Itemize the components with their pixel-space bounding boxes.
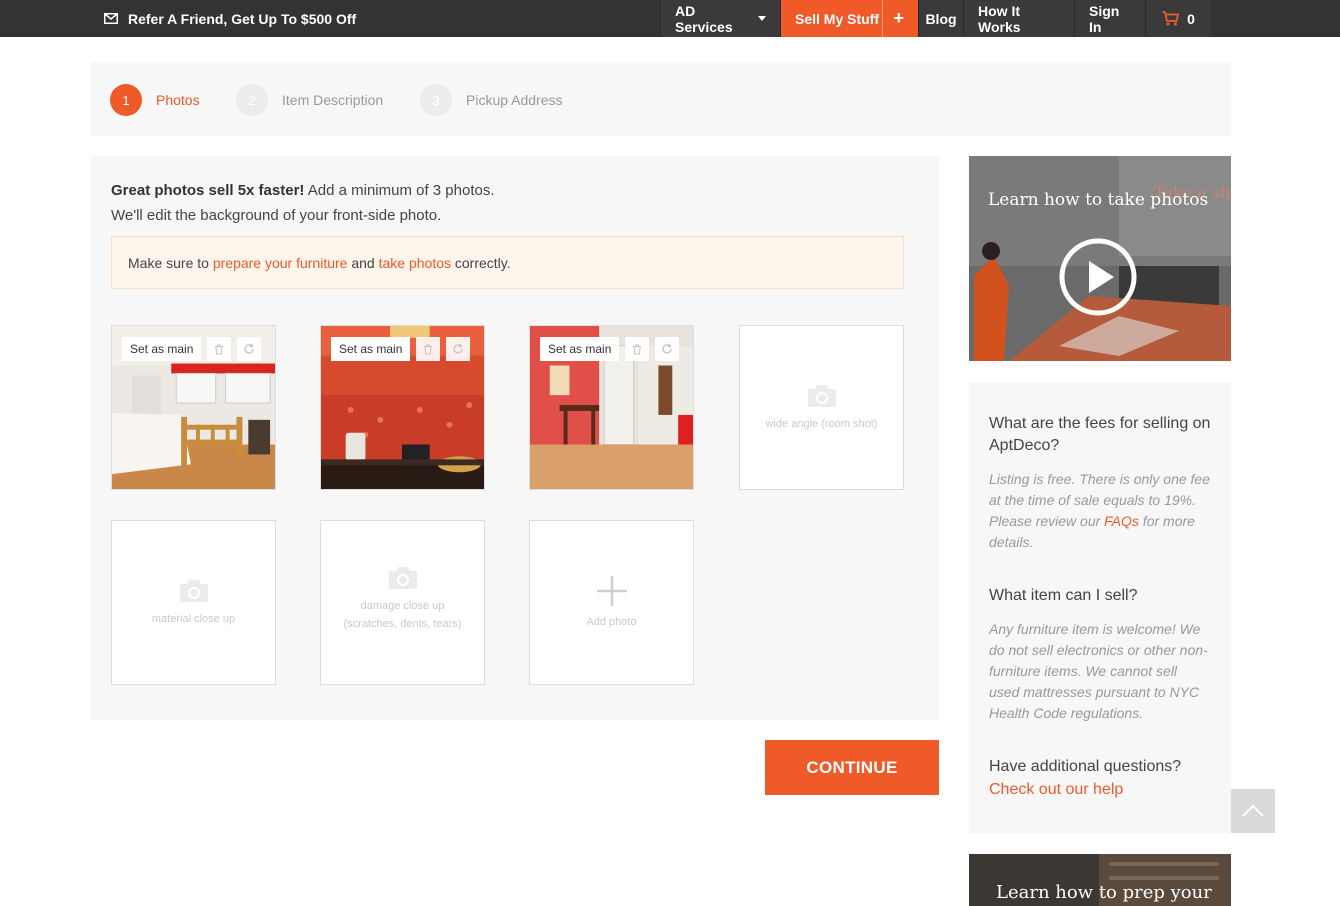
notice-prefix: Make sure to xyxy=(128,254,209,271)
upload-hint-sub: (scratches, dents, tears) xyxy=(343,618,462,630)
photo-tile-3[interactable]: Set as main xyxy=(529,325,694,490)
faq-question-additional: Have additional questions? xyxy=(989,758,1182,775)
envelope-icon xyxy=(104,13,118,24)
notice-box: Make sure to prepare your furniture and … xyxy=(111,236,904,289)
camera-icon xyxy=(388,567,417,589)
intro-bold: Great photos sell 5x faster! xyxy=(111,182,305,199)
notice-suffix: correctly. xyxy=(451,254,511,271)
faq-question-fees: What are the fees for selling on AptDeco… xyxy=(989,415,1211,454)
add-photo-placeholder: Add photo xyxy=(530,521,693,684)
nav-sign-in[interactable]: Sign In xyxy=(1074,0,1145,37)
notice-middle: and xyxy=(347,254,379,271)
take-photos-link[interactable]: take photos xyxy=(379,255,451,271)
cart-count: 0 xyxy=(1187,10,1195,27)
camera-icon xyxy=(807,384,836,407)
delete-button[interactable] xyxy=(416,337,441,361)
set-as-main-button[interactable]: Set as main xyxy=(331,337,411,361)
plus-icon xyxy=(596,575,627,606)
refer-friend-text: Refer A Friend, Get Up To $500 Off xyxy=(128,10,357,27)
chevron-up-icon xyxy=(1242,805,1264,817)
photo-tile-2[interactable]: Set as main xyxy=(320,325,485,490)
upload-hint: material close up xyxy=(151,612,236,625)
intro-line1: Add a minimum of 3 photos. xyxy=(304,182,495,199)
photo-tile-1[interactable]: Set as main xyxy=(111,325,276,490)
set-as-main-button[interactable]: Set as main xyxy=(540,337,620,361)
rotate-icon xyxy=(662,343,673,354)
faq-answer-items: Any furniture item is welcome! We do not… xyxy=(989,621,1208,721)
faqs-link[interactable]: FAQs xyxy=(1104,513,1139,529)
help-link[interactable]: Check out our help xyxy=(989,778,1211,802)
upload-hint: wide angle (room shot) xyxy=(765,417,878,430)
step-photos[interactable]: 1 Photos xyxy=(110,84,200,116)
step-label: Photos xyxy=(156,92,200,108)
continue-button[interactable]: CONTINUE xyxy=(765,740,939,795)
intro-text: Great photos sell 5x faster! Add a minim… xyxy=(111,178,495,228)
progress-steps: 1 Photos 2 Item Description 3 Pickup Add… xyxy=(91,62,1231,136)
rotate-button[interactable] xyxy=(446,337,471,361)
nav-sell-my-stuff[interactable]: Sell My Stuff + xyxy=(780,0,918,37)
nav-sell-label: Sell My Stuff xyxy=(795,10,880,27)
faq-question-items: What item can I sell? xyxy=(989,587,1138,604)
upload-hint: damage close up xyxy=(360,600,445,612)
refer-friend-link[interactable]: Refer A Friend, Get Up To $500 Off xyxy=(104,0,356,37)
video-prep-furniture[interactable]: Learn how to prep your xyxy=(969,854,1231,906)
set-as-main-button[interactable]: Set as main xyxy=(122,337,202,361)
rotate-button[interactable] xyxy=(237,337,262,361)
add-photo-label: Add photo xyxy=(586,615,637,628)
back-to-top-button[interactable] xyxy=(1231,789,1275,833)
step-label: Pickup Address xyxy=(466,92,563,108)
faq-answer-fees: Listing is free. There is only one fee a… xyxy=(989,469,1211,553)
delete-button[interactable] xyxy=(625,337,650,361)
top-bar: Refer A Friend, Get Up To $500 Off AD Se… xyxy=(0,0,1340,37)
rotate-icon xyxy=(244,343,255,354)
delete-button[interactable] xyxy=(207,337,232,361)
play-icon[interactable] xyxy=(1058,237,1138,317)
upload-placeholder: damage close up (scratches, dents, tears… xyxy=(321,521,484,684)
caret-down-icon xyxy=(758,16,766,21)
trash-icon xyxy=(215,344,224,354)
video-title: Learn how to take photos xyxy=(988,190,1209,210)
step-pickup-address[interactable]: 3 Pickup Address xyxy=(420,84,563,116)
video-title: Learn how to prep your xyxy=(996,882,1212,903)
step-number: 3 xyxy=(420,84,452,116)
add-photo-tile[interactable]: Add photo xyxy=(529,520,694,685)
step-number: 1 xyxy=(110,84,142,116)
nav-cart[interactable]: 0 xyxy=(1145,0,1211,37)
upload-placeholder: wide angle (room shot) xyxy=(740,326,903,489)
rotate-icon xyxy=(453,343,464,354)
upload-placeholder: material close up xyxy=(112,521,275,684)
camera-icon xyxy=(179,579,208,602)
faq-panel: What are the fees for selling on AptDeco… xyxy=(969,383,1231,833)
cart-icon xyxy=(1162,11,1180,26)
step-label: Item Description xyxy=(282,92,384,108)
trash-icon xyxy=(424,344,433,354)
step-number: 2 xyxy=(236,84,268,116)
video-take-photos[interactable]: Take a sh from eye-lev Learn how to take… xyxy=(969,156,1231,361)
prepare-furniture-link[interactable]: prepare your furniture xyxy=(213,255,348,271)
photos-panel: Great photos sell 5x faster! Add a minim… xyxy=(91,156,939,720)
nav-ad-services-label: AD Services xyxy=(675,2,733,35)
rotate-button[interactable] xyxy=(655,337,680,361)
step-item-description[interactable]: 2 Item Description xyxy=(236,84,383,116)
plus-icon: + xyxy=(882,0,904,37)
photo-tools: Set as main xyxy=(122,337,262,361)
upload-tile-wide-angle[interactable]: wide angle (room shot) xyxy=(739,325,904,490)
intro-line2: We'll edit the background of your front-… xyxy=(111,207,442,224)
trash-icon xyxy=(633,344,642,354)
photo-tools: Set as main xyxy=(331,337,471,361)
nav-blog[interactable]: Blog xyxy=(918,0,963,37)
upload-tile-material[interactable]: material close up xyxy=(111,520,276,685)
nav-how-it-works[interactable]: How It Works xyxy=(963,0,1074,37)
photo-tools: Set as main xyxy=(540,337,680,361)
upload-tile-damage[interactable]: damage close up (scratches, dents, tears… xyxy=(320,520,485,685)
nav-ad-services[interactable]: AD Services xyxy=(660,0,780,37)
main-nav: AD Services Sell My Stuff + Blog How It … xyxy=(660,0,1211,37)
